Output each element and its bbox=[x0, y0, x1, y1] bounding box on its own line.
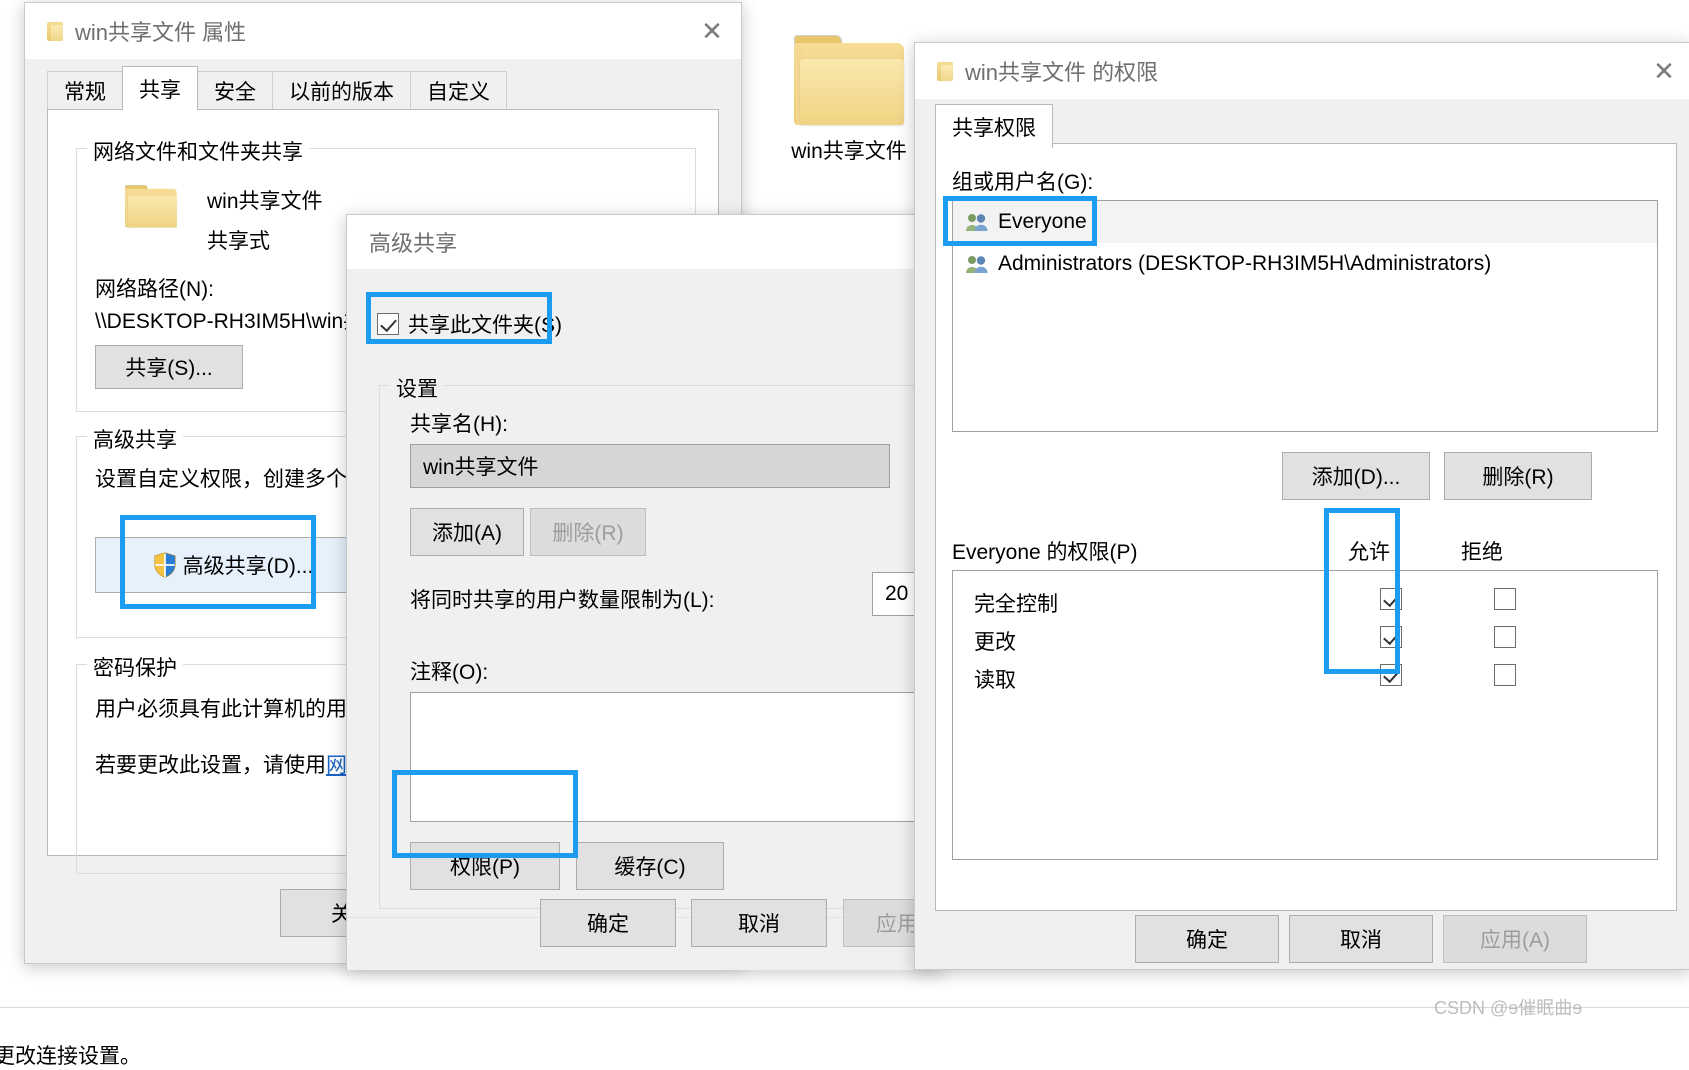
network-sharing-legend: 网络文件和文件夹共享 bbox=[87, 136, 309, 166]
table-row[interactable]: 完全控制 bbox=[952, 584, 1658, 622]
tab-security[interactable]: 安全 bbox=[197, 71, 273, 109]
user-limit-label: 将同时共享的用户数量限制为(L): bbox=[410, 589, 715, 612]
permission-deny-checkbox[interactable] bbox=[1494, 626, 1516, 648]
folder-icon bbox=[47, 21, 63, 41]
share-this-folder-checkbox-row[interactable]: 共享此文件夹(S) bbox=[377, 309, 562, 339]
group-user-name: Administrators (DESKTOP-RH3IM5H\Administ… bbox=[998, 252, 1492, 275]
folder-icon bbox=[937, 61, 953, 81]
users-icon bbox=[965, 254, 989, 274]
group-users-list[interactable]: Everyone Administrators (DESKTOP-RH3IM5H… bbox=[952, 200, 1658, 432]
csdn-watermark: CSDN @ɘ催眠曲ɘ bbox=[1434, 998, 1583, 1018]
share-this-folder-checkbox[interactable] bbox=[377, 313, 399, 335]
share-permissions-tab-page: 组或用户名(G): Everyone Administrators (DESKT… bbox=[935, 143, 1677, 911]
settings-legend: 设置 bbox=[390, 373, 444, 403]
password-protection-line1: 用户必须具有此计算机的用户帐 bbox=[95, 698, 389, 721]
properties-title: win共享文件 属性 bbox=[75, 20, 247, 45]
permissions-window[interactable]: win共享文件 的权限 ✕ 共享权限 组或用户名(G): Everyone Ad… bbox=[914, 42, 1689, 970]
close-icon[interactable]: ✕ bbox=[683, 3, 741, 59]
permission-allow-checkbox[interactable] bbox=[1380, 664, 1402, 686]
advanced-cancel-button[interactable]: 取消 bbox=[691, 899, 827, 947]
permissions-ok-button[interactable]: 确定 bbox=[1135, 915, 1279, 963]
group-user-name: Everyone bbox=[998, 210, 1087, 233]
password-protection-line2-prefix: 若要更改此设置，请使用 bbox=[95, 754, 326, 777]
tab-share-permissions[interactable]: 共享权限 bbox=[935, 104, 1053, 148]
shield-icon bbox=[153, 552, 177, 578]
share-button[interactable]: 共享(S)... bbox=[95, 345, 243, 389]
network-path-value: \\DESKTOP-RH3IM5H\win共享 bbox=[95, 310, 386, 333]
permission-allow-checkbox[interactable] bbox=[1380, 588, 1402, 610]
shared-folder-name: win共享文件 bbox=[207, 190, 323, 213]
permission-allow-checkbox[interactable] bbox=[1380, 626, 1402, 648]
permission-deny-checkbox[interactable] bbox=[1494, 588, 1516, 610]
permissions-button[interactable]: 权限(P) bbox=[410, 842, 560, 890]
tab-sharing[interactable]: 共享 bbox=[122, 66, 198, 110]
list-item[interactable]: Everyone bbox=[953, 201, 1657, 243]
tab-previous-versions[interactable]: 以前的版本 bbox=[272, 71, 411, 109]
password-protection-legend: 密码保护 bbox=[87, 652, 183, 682]
permissions-for-label: Everyone 的权限(P) bbox=[952, 541, 1138, 564]
comment-label: 注释(O): bbox=[410, 661, 489, 684]
advanced-sharing-titlebar[interactable]: 高级共享 bbox=[347, 215, 941, 269]
permissions-title: win共享文件 的权限 bbox=[965, 60, 1159, 85]
permission-name: 读取 bbox=[974, 669, 1016, 692]
column-header-deny: 拒绝 bbox=[1461, 541, 1503, 564]
group-users-label: 组或用户名(G): bbox=[952, 171, 1094, 194]
tab-customize[interactable]: 自定义 bbox=[410, 71, 507, 109]
permission-deny-checkbox[interactable] bbox=[1494, 664, 1516, 686]
users-icon bbox=[965, 212, 989, 232]
advanced-sharing-legend: 高级共享 bbox=[87, 424, 183, 454]
advanced-sharing-description: 设置自定义权限，创建多个共享 bbox=[95, 468, 389, 491]
properties-titlebar[interactable]: win共享文件 属性 ✕ bbox=[25, 3, 741, 59]
permission-name: 完全控制 bbox=[974, 593, 1058, 616]
column-header-allow: 允许 bbox=[1348, 541, 1390, 564]
permissions-cancel-button[interactable]: 取消 bbox=[1289, 915, 1433, 963]
advanced-ok-button[interactable]: 确定 bbox=[540, 899, 676, 947]
network-path-label: 网络路径(N): bbox=[95, 278, 214, 301]
permissions-apply-button: 应用(A) bbox=[1443, 915, 1587, 963]
table-row[interactable]: 更改 bbox=[952, 622, 1658, 660]
permissions-rows-layer: 完全控制 更改 读取 bbox=[952, 570, 1658, 860]
permission-name: 更改 bbox=[974, 631, 1016, 654]
table-row[interactable]: 读取 bbox=[952, 660, 1658, 698]
advanced-sharing-title: 高级共享 bbox=[369, 231, 458, 256]
list-item[interactable]: Administrators (DESKTOP-RH3IM5H\Administ… bbox=[953, 243, 1657, 285]
settings-group: 设置 共享名(H): win共享文件 添加(A) 删除(R) 将同时共享的用户数… bbox=[379, 373, 952, 909]
share-name-input[interactable]: win共享文件 bbox=[410, 444, 890, 488]
remove-user-button[interactable]: 删除(R) bbox=[1444, 452, 1592, 500]
advanced-sharing-window[interactable]: 高级共享 共享此文件夹(S) 设置 共享名(H): win共享文件 添加(A) … bbox=[346, 214, 979, 970]
permissions-tabstrip[interactable]: 共享权限 bbox=[915, 104, 1689, 148]
properties-tabstrip[interactable]: 常规 共享 安全 以前的版本 自定义 bbox=[25, 66, 741, 110]
comment-input[interactable] bbox=[410, 692, 930, 822]
share-this-folder-label: 共享此文件夹(S) bbox=[408, 314, 562, 337]
advanced-sharing-button[interactable]: 高级共享(D)... bbox=[95, 537, 371, 593]
folder-icon bbox=[794, 35, 904, 125]
advanced-sharing-body: 共享此文件夹(S) 设置 共享名(H): win共享文件 添加(A) 删除(R)… bbox=[347, 269, 952, 917]
advanced-sharing-button-label: 高级共享(D)... bbox=[182, 555, 314, 578]
remove-share-name-button: 删除(R) bbox=[530, 508, 646, 556]
desktop-folder-label: win共享文件 bbox=[791, 140, 907, 163]
caching-button[interactable]: 缓存(C) bbox=[576, 842, 724, 890]
desktop-folder-item[interactable]: win共享文件 bbox=[786, 35, 912, 205]
add-share-name-button[interactable]: 添加(A) bbox=[410, 508, 524, 556]
share-name-label: 共享名(H): bbox=[410, 413, 508, 436]
tab-general[interactable]: 常规 bbox=[47, 71, 123, 109]
add-user-button[interactable]: 添加(D)... bbox=[1282, 452, 1430, 500]
folder-icon bbox=[125, 185, 177, 241]
close-icon[interactable]: ✕ bbox=[1635, 43, 1689, 99]
permissions-titlebar[interactable]: win共享文件 的权限 ✕ bbox=[915, 43, 1689, 99]
shared-folder-state: 共享式 bbox=[207, 230, 270, 253]
